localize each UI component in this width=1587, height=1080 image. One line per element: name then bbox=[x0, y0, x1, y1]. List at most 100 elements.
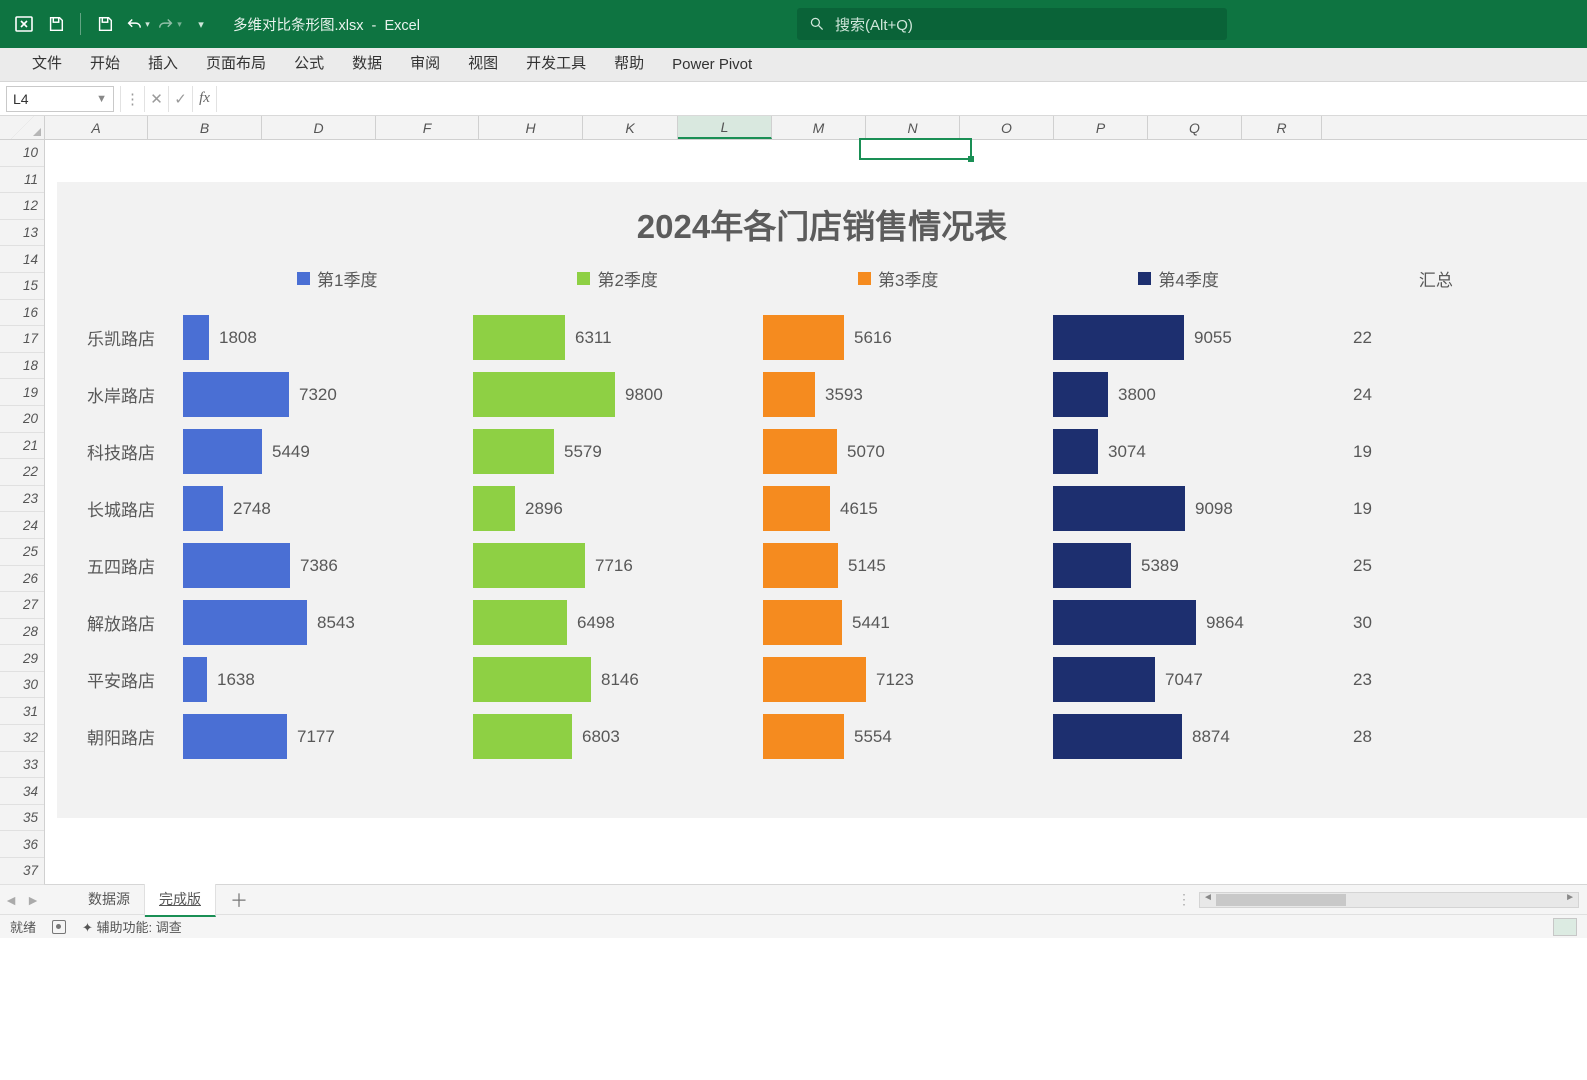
ribbon-tab[interactable]: 公式 bbox=[280, 44, 338, 81]
column-header[interactable]: L bbox=[678, 116, 772, 139]
row-header[interactable]: 24 bbox=[0, 512, 44, 539]
bar-value-label: 8543 bbox=[307, 600, 355, 645]
row-header[interactable]: 28 bbox=[0, 619, 44, 646]
chart-row: 科技路店544955795070307419 bbox=[87, 423, 1557, 480]
bar bbox=[1053, 600, 1196, 645]
ribbon-tab[interactable]: 数据 bbox=[338, 44, 396, 81]
undo-icon[interactable]: ▾ bbox=[123, 10, 151, 38]
row-header[interactable]: 25 bbox=[0, 539, 44, 566]
sheet-tab[interactable]: 完成版 bbox=[145, 883, 216, 917]
row-header[interactable]: 20 bbox=[0, 406, 44, 433]
row-header[interactable]: 14 bbox=[0, 246, 44, 273]
enter-icon[interactable]: ✓ bbox=[168, 86, 192, 112]
ribbon-tab[interactable]: 页面布局 bbox=[192, 44, 280, 81]
bar-value-label: 9098 bbox=[1185, 486, 1233, 531]
ribbon-tab[interactable]: Power Pivot bbox=[658, 48, 766, 81]
column-header[interactable]: R bbox=[1242, 116, 1322, 139]
macro-record-icon[interactable] bbox=[52, 920, 66, 934]
normal-view-button[interactable] bbox=[1553, 918, 1577, 936]
row-header[interactable]: 16 bbox=[0, 300, 44, 327]
column-header[interactable]: Q bbox=[1148, 116, 1242, 139]
row-header[interactable]: 11 bbox=[0, 167, 44, 194]
bar bbox=[763, 486, 830, 531]
row-header[interactable]: 35 bbox=[0, 805, 44, 832]
row-header[interactable]: 17 bbox=[0, 326, 44, 353]
bar bbox=[1053, 429, 1098, 474]
bar bbox=[473, 543, 585, 588]
horizontal-scrollbar[interactable] bbox=[1199, 892, 1579, 908]
bar-value-label: 5070 bbox=[837, 429, 885, 474]
ribbon-tab[interactable]: 视图 bbox=[454, 44, 512, 81]
total-value-label: 22 bbox=[1343, 315, 1372, 360]
column-header[interactable]: F bbox=[376, 116, 479, 139]
row-header[interactable]: 26 bbox=[0, 566, 44, 593]
bar-value-label: 5449 bbox=[262, 429, 310, 474]
formula-input[interactable] bbox=[216, 86, 1587, 112]
row-header[interactable]: 19 bbox=[0, 379, 44, 406]
row-header[interactable]: 30 bbox=[0, 672, 44, 699]
column-header[interactable]: D bbox=[262, 116, 376, 139]
redo-icon[interactable]: ▾ bbox=[155, 10, 183, 38]
column-header[interactable]: A bbox=[45, 116, 148, 139]
bar bbox=[473, 714, 572, 759]
row-header[interactable]: 10 bbox=[0, 140, 44, 167]
ribbon-tab[interactable]: 开始 bbox=[76, 44, 134, 81]
row-header[interactable]: 36 bbox=[0, 831, 44, 858]
bar-value-label: 7386 bbox=[290, 543, 338, 588]
accessibility-icon[interactable]: ✦ 辅助功能: 调查 bbox=[82, 917, 182, 936]
column-header[interactable]: N bbox=[866, 116, 960, 139]
column-header[interactable]: M bbox=[772, 116, 866, 139]
chart-plot-area: 乐凯路店180863115616905522水岸路店73209800359338… bbox=[87, 309, 1557, 765]
bar-value-label: 3593 bbox=[815, 372, 863, 417]
row-header[interactable]: 23 bbox=[0, 486, 44, 513]
window-title: 多维对比条形图.xlsx - Excel bbox=[233, 14, 420, 35]
row-header[interactable]: 32 bbox=[0, 725, 44, 752]
row-header[interactable]: 13 bbox=[0, 220, 44, 247]
row-header[interactable]: 31 bbox=[0, 698, 44, 725]
search-box[interactable]: 搜索(Alt+Q) bbox=[797, 8, 1227, 40]
y-axis-label: 五四路店 bbox=[87, 553, 183, 578]
ribbon-tab[interactable]: 文件 bbox=[18, 44, 76, 81]
fb-dropdown-icon[interactable]: ⋮ bbox=[120, 86, 144, 112]
sheet-tab[interactable]: 数据源 bbox=[74, 883, 145, 917]
customize-qat-icon[interactable]: ▾ bbox=[187, 10, 215, 38]
ribbon-tab[interactable]: 审阅 bbox=[396, 44, 454, 81]
name-box[interactable]: L4▼ bbox=[6, 86, 114, 112]
cancel-icon[interactable]: ✕ bbox=[144, 86, 168, 112]
save-icon[interactable] bbox=[42, 10, 70, 38]
bar-value-label: 9800 bbox=[615, 372, 663, 417]
row-header[interactable]: 18 bbox=[0, 353, 44, 380]
row-header[interactable]: 22 bbox=[0, 459, 44, 486]
row-header[interactable]: 34 bbox=[0, 778, 44, 805]
row-header[interactable]: 33 bbox=[0, 752, 44, 779]
embedded-chart[interactable]: 2024年各门店销售情况表 第1季度第2季度第3季度第4季度汇总 乐凯路店180… bbox=[57, 182, 1587, 818]
column-header[interactable]: H bbox=[479, 116, 583, 139]
add-sheet-button[interactable]: ＋ bbox=[216, 887, 262, 913]
ribbon-tab[interactable]: 开发工具 bbox=[512, 44, 600, 81]
sheet-next-icon[interactable]: ► bbox=[22, 892, 44, 908]
bar-value-label: 7177 bbox=[287, 714, 335, 759]
column-header[interactable]: O bbox=[960, 116, 1054, 139]
worksheet-area[interactable]: 2024年各门店销售情况表 第1季度第2季度第3季度第4季度汇总 乐凯路店180… bbox=[45, 140, 1587, 884]
ribbon-tab[interactable]: 插入 bbox=[134, 44, 192, 81]
autosave-icon[interactable] bbox=[91, 10, 119, 38]
fx-icon[interactable]: fx bbox=[192, 86, 216, 112]
row-header[interactable]: 29 bbox=[0, 645, 44, 672]
column-header[interactable]: B bbox=[148, 116, 262, 139]
y-axis-label: 水岸路店 bbox=[87, 382, 183, 407]
tab-split-handle[interactable]: ⋮ bbox=[1177, 891, 1191, 908]
row-header[interactable]: 12 bbox=[0, 193, 44, 220]
row-header[interactable]: 37 bbox=[0, 858, 44, 885]
sheet-prev-icon[interactable]: ◄ bbox=[0, 892, 22, 908]
bar-value-label: 7047 bbox=[1155, 657, 1203, 702]
bar bbox=[183, 372, 289, 417]
column-header[interactable]: K bbox=[583, 116, 678, 139]
select-all-button[interactable] bbox=[0, 116, 45, 139]
legend-swatch bbox=[1138, 272, 1151, 285]
ribbon-tab[interactable]: 帮助 bbox=[600, 44, 658, 81]
bar bbox=[183, 600, 307, 645]
row-header[interactable]: 27 bbox=[0, 592, 44, 619]
column-header[interactable]: P bbox=[1054, 116, 1148, 139]
row-header[interactable]: 15 bbox=[0, 273, 44, 300]
row-header[interactable]: 21 bbox=[0, 433, 44, 460]
